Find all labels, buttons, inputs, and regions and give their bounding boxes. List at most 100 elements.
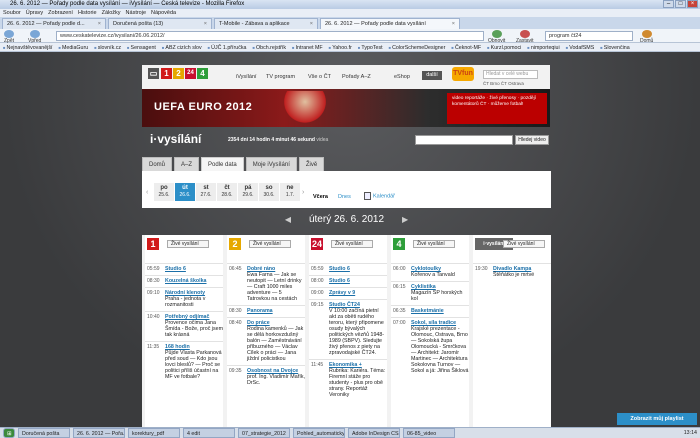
yesterday-link[interactable]: Včera	[313, 194, 328, 200]
tab-my-ivysilani[interactable]: Moje iVysílání	[245, 157, 297, 171]
bookmark-item[interactable]: slovník.cz	[94, 43, 121, 51]
bookmark-item[interactable]: Sensagent	[127, 43, 156, 51]
program-title-link[interactable]: Basketmánie	[411, 308, 469, 314]
bookmark-item[interactable]: Obch.rejstřík	[252, 43, 286, 51]
menu-item-history[interactable]: Historie	[78, 9, 97, 17]
site-nav-tv-program[interactable]: TV program	[266, 74, 295, 80]
program-title-link[interactable]: Kouzelná školka	[165, 278, 223, 284]
next-day-icon[interactable]: ▶	[402, 215, 408, 224]
menu-item-view[interactable]: Zobrazení	[48, 9, 73, 17]
program-row[interactable]: 09:15 Studio ČT24 V 10:00 začíná pietní ak…	[309, 299, 387, 359]
program-row[interactable]: 10:40 Potřebný odjímač Provence očima Jana…	[145, 311, 223, 341]
program-title-link[interactable]: Studio 6	[329, 266, 387, 272]
program-title-link[interactable]: Panorama	[247, 308, 305, 314]
channel-logo[interactable]: 1	[147, 238, 159, 250]
site-nav-ivysilani[interactable]: iVysílání	[236, 74, 257, 80]
bookmark-item[interactable]: Yahoo.fr	[329, 43, 352, 51]
video-search-button[interactable]: Hledej video	[515, 135, 549, 145]
site-nav-porady[interactable]: Pořady A–Z	[342, 74, 371, 80]
browser-tab[interactable]: Doručená pošta (13) ×	[108, 18, 212, 29]
channel-logo-1[interactable]: 1	[161, 68, 172, 79]
program-row[interactable]: 08:30 Panorama	[227, 305, 305, 317]
live-broadcast-button[interactable]: Živé vysílání	[503, 240, 545, 248]
day-cell[interactable]: po 25.6.	[154, 183, 174, 201]
bookmark-item[interactable]: TypoTest	[358, 43, 382, 51]
bookmark-item[interactable]: ÚJČ 1.příručka	[208, 43, 246, 51]
url-bar[interactable]: www.ceskatelevize.cz/ivysilani/26.06.201…	[56, 31, 484, 41]
channel-logo-24[interactable]: 24	[185, 68, 196, 79]
channel-logo[interactable]: 24	[311, 238, 323, 250]
taskbar-item[interactable]: Doručená pošta	[18, 428, 70, 438]
program-row[interactable]: 06:00 Cyklotoulky Kořenov a Tanvald	[391, 263, 469, 281]
program-row[interactable]: 11:45 Ekonomika + Rubrika: Kariéra. Téma: …	[309, 359, 387, 401]
close-tab-icon[interactable]: ×	[452, 19, 455, 29]
program-title-link[interactable]: Studio 6	[165, 266, 223, 272]
site-search-input[interactable]: Hledat v celé webu	[483, 70, 538, 79]
menu-item-file[interactable]: Soubor	[3, 9, 21, 17]
browser-tab[interactable]: T-Mobile - Zábava a aplikace ×	[214, 18, 318, 29]
close-tab-icon[interactable]: ×	[98, 19, 101, 29]
taskbar-item[interactable]: 07_strategie_2012	[238, 428, 290, 438]
live-broadcast-button[interactable]: Živé vysílání	[413, 240, 455, 248]
prev-day-icon[interactable]: ◀	[285, 215, 291, 224]
channel-logo-2[interactable]: 2	[173, 68, 184, 79]
menu-item-edit[interactable]: Úpravy	[26, 9, 43, 17]
live-broadcast-button[interactable]: Živé vysílání	[167, 240, 209, 248]
tab-live[interactable]: Živě	[298, 157, 325, 171]
program-row[interactable]: 08:30 Kouzelná školka	[145, 275, 223, 287]
menu-item-help[interactable]: Nápověda	[151, 9, 176, 17]
close-tab-icon[interactable]: ×	[310, 19, 313, 29]
reload-button[interactable]: Obnovit	[488, 30, 505, 44]
tvfun-logo[interactable]: TVfun	[452, 67, 474, 81]
bookmark-item[interactable]: VodafSMS	[566, 43, 594, 51]
program-row[interactable]: 06:35 Basketmánie	[391, 305, 469, 317]
bookmark-item[interactable]: Kurzl.pomoci	[487, 43, 522, 51]
channel-logo[interactable]: 4	[393, 238, 405, 250]
start-button[interactable]: ⊞	[3, 428, 15, 438]
bookmark-item[interactable]: ABZ cizích slov	[162, 43, 201, 51]
home-button[interactable]: Domů	[640, 30, 653, 44]
taskbar-item[interactable]: Adobe InDesign CS3	[348, 428, 400, 438]
program-title-link[interactable]: Zprávy v 9	[329, 290, 387, 296]
bookmark-item[interactable]: MediaGuru	[58, 43, 88, 51]
regional-links[interactable]: ČT Brno ČT Ostrava	[483, 81, 524, 86]
prev-week-icon[interactable]: ‹	[146, 189, 148, 196]
calendar-link[interactable]: Kalendář	[364, 192, 395, 200]
live-broadcast-button[interactable]: Živé vysílání	[331, 240, 373, 248]
euro-banner[interactable]: UEFA EURO 2012 video reportáže · živé př…	[142, 89, 550, 127]
bookmark-item[interactable]: Slovenčina	[600, 43, 630, 51]
live-broadcast-button[interactable]: Živé vysílání	[249, 240, 291, 248]
menu-item-tools[interactable]: Nástroje	[126, 9, 146, 17]
taskbar-item[interactable]: korektury_pdf	[128, 428, 180, 438]
bookmark-item[interactable]: Nejnavštěvovanější	[3, 43, 53, 51]
program-row[interactable]: 08:40 Do práce Rodina kamenků — Jak se děl…	[227, 317, 305, 365]
back-button[interactable]: Zpět	[4, 30, 14, 44]
today-link[interactable]: Dnes	[338, 194, 351, 200]
day-cell-selected[interactable]: út 26.6.	[175, 183, 195, 201]
browser-tab-active[interactable]: 26. 6. 2012 — Pořady podle data vysílání…	[320, 18, 460, 29]
site-nav-eshop[interactable]: eShop	[394, 74, 410, 80]
program-row[interactable]: 09:10 Národní klenoty Praha - jednota v ro…	[145, 287, 223, 311]
taskbar-item[interactable]: 4 edit	[183, 428, 235, 438]
video-search-input[interactable]	[415, 135, 513, 145]
program-row[interactable]: 05:59 Studio 6	[309, 263, 387, 275]
bookmark-item[interactable]: nimporteqiui	[527, 43, 560, 51]
browser-tab[interactable]: 26. 6. 2012 — Pořady podle d... ×	[2, 18, 106, 29]
day-cell[interactable]: ne 1.7.	[280, 183, 300, 201]
next-week-icon[interactable]: ›	[302, 189, 304, 196]
day-cell[interactable]: so 30.6.	[259, 183, 279, 201]
day-cell[interactable]: pá 29.6.	[238, 183, 258, 201]
show-playlist-button[interactable]: Zobrazit můj playlist	[617, 413, 697, 425]
day-cell[interactable]: čt 28.6.	[217, 183, 237, 201]
day-cell[interactable]: st 27.6.	[196, 183, 216, 201]
maximize-icon[interactable]: □	[675, 0, 686, 8]
bookmark-item[interactable]: Intranet MF	[292, 43, 323, 51]
taskbar-item[interactable]: 26. 6. 2012 — Pořa...	[73, 428, 125, 438]
channel-logo[interactable]: 2	[229, 238, 241, 250]
program-row[interactable]: 11:35 168 hodin Půjde Vlasta Parkanová pře…	[145, 341, 223, 383]
tab-by-date[interactable]: Podle data	[201, 157, 244, 171]
program-row[interactable]: 05:59 Studio 6	[145, 263, 223, 275]
program-row[interactable]: 07:00 Sokol, síla tradice Krajské prezenta…	[391, 317, 469, 377]
program-row[interactable]: 06:15 Cyklistika Magazín SP horských kol	[391, 281, 469, 305]
program-title-link[interactable]: Studio 6	[329, 278, 387, 284]
